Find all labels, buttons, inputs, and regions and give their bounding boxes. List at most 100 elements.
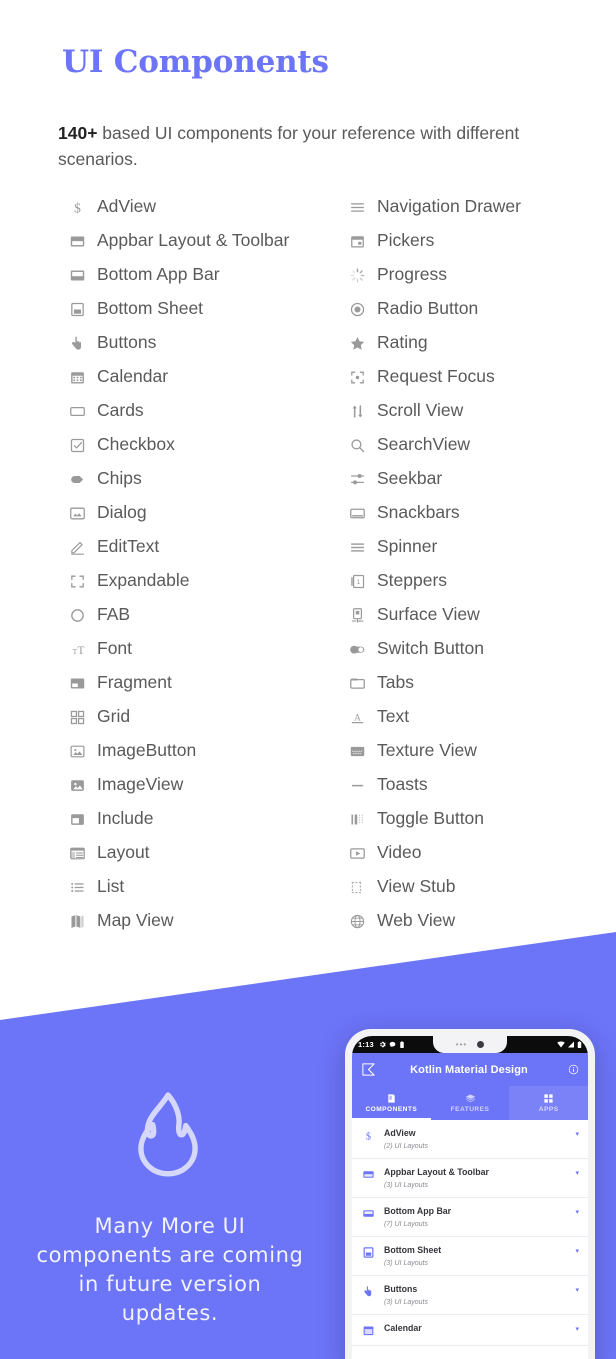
menu-lines-icon	[346, 538, 368, 556]
component-list-item[interactable]: List	[66, 870, 346, 904]
component-list-item[interactable]: A Text	[346, 700, 616, 734]
component-list-item[interactable]: Bottom Sheet	[66, 292, 346, 326]
phone-list-row[interactable]: Bottom App Bar (7) UI Layouts ▾	[352, 1198, 588, 1237]
component-list-item-label: Dialog	[97, 502, 147, 523]
phone-list-row[interactable]: $ AdView (2) UI Layouts ▾	[352, 1120, 588, 1159]
component-list-item[interactable]: Scroll View	[346, 394, 616, 428]
component-list-item-label: Tabs	[377, 672, 414, 693]
component-list-item-label: Buttons	[97, 332, 157, 353]
phone-list-row[interactable]: Bottom Sheet (3) UI Layouts ▾	[352, 1237, 588, 1276]
component-list-item[interactable]: Cards	[66, 394, 346, 428]
component-list-item[interactable]: Pickers	[346, 224, 616, 258]
phone-list-row[interactable]: Buttons (3) UI Layouts ▾	[352, 1276, 588, 1315]
sliders-icon	[346, 470, 368, 488]
bottom-sheet-icon	[66, 300, 88, 318]
component-list-item-label: Surface View	[377, 604, 480, 625]
phone-notch: •••	[433, 1036, 507, 1053]
component-list-item-label: Map View	[97, 910, 174, 931]
component-list-item[interactable]: Navigation Drawer	[346, 190, 616, 224]
component-list-item[interactable]: Toggle Button	[346, 802, 616, 836]
phone-row-text: Bottom Sheet (3) UI Layouts	[384, 1244, 575, 1268]
component-list-item[interactable]: Seekbar	[346, 462, 616, 496]
component-list-item[interactable]: Video	[346, 836, 616, 870]
svg-text:A: A	[354, 712, 361, 722]
appbar-icon	[66, 232, 88, 250]
component-list-item[interactable]: $ AdView	[66, 190, 346, 224]
promo-line-4: updates.	[121, 1301, 219, 1325]
component-list-item[interactable]: Snackbars	[346, 496, 616, 530]
tab-features[interactable]: FEATURES	[431, 1086, 510, 1120]
component-list-item-label: Pickers	[377, 230, 435, 251]
image-icon	[66, 776, 88, 794]
switch-icon	[346, 640, 368, 658]
component-list-item-label: Spinner	[377, 536, 438, 557]
chevron-down-icon[interactable]: ▾	[575, 1130, 579, 1138]
component-list-item[interactable]: Radio Button	[346, 292, 616, 326]
snackbar-icon	[346, 504, 368, 522]
component-list-item[interactable]: Tabs	[346, 666, 616, 700]
include-icon	[66, 810, 88, 828]
component-list-item[interactable]: FAB	[66, 598, 346, 632]
phone-row-text: Buttons (3) UI Layouts	[384, 1283, 575, 1307]
component-list-item[interactable]: Progress	[346, 258, 616, 292]
phone-row-text: Appbar Layout & Toolbar (3) UI Layouts	[384, 1166, 575, 1190]
chevron-down-icon[interactable]: ▾	[575, 1208, 579, 1216]
phone-row-text: Calendar	[384, 1322, 575, 1334]
component-list-item-label: Expandable	[97, 570, 190, 591]
phone-status-bar: 1:13 •••	[352, 1036, 588, 1053]
toggle-icon	[346, 810, 368, 828]
phone-appbar-title: Kotlin Material Design	[410, 1063, 528, 1076]
phone-list-row[interactable]: Appbar Layout & Toolbar (3) UI Layouts ▾	[352, 1159, 588, 1198]
component-list-item[interactable]: Map View	[66, 904, 346, 938]
component-list-item[interactable]: Texture View	[346, 734, 616, 768]
component-list-item[interactable]: Fragment	[66, 666, 346, 700]
component-list-item[interactable]: Toasts	[346, 768, 616, 802]
component-list-item-label: Text	[377, 706, 410, 727]
chevron-down-icon[interactable]: ▾	[575, 1169, 579, 1177]
font-size-icon: TT	[66, 640, 88, 658]
component-list-item[interactable]: Appbar Layout & Toolbar	[66, 224, 346, 258]
wifi-icon	[557, 1041, 565, 1048]
component-list-item[interactable]: Grid	[66, 700, 346, 734]
component-list-item[interactable]: EditText	[66, 530, 346, 564]
component-list-item[interactable]: Switch Button	[346, 632, 616, 666]
chevron-down-icon[interactable]: ▾	[575, 1286, 579, 1294]
component-list-item[interactable]: Buttons	[66, 326, 346, 360]
component-list-item[interactable]: Web View	[346, 904, 616, 938]
component-list-item-label: Web View	[377, 910, 456, 931]
component-list-item[interactable]: Expandable	[66, 564, 346, 598]
phone-list-row[interactable]: Calendar ▾	[352, 1315, 588, 1346]
component-list-item[interactable]: Chips	[66, 462, 346, 496]
chevron-down-icon[interactable]: ▾	[575, 1325, 579, 1333]
component-list-item[interactable]: Spinner	[346, 530, 616, 564]
component-list-item[interactable]: ImageButton	[66, 734, 346, 768]
touch-icon	[66, 334, 88, 352]
bottom-sheet-icon	[361, 1245, 376, 1260]
component-list-item[interactable]: Request Focus	[346, 360, 616, 394]
component-list-item-label: Progress	[377, 264, 448, 285]
component-list-item-label: Fragment	[97, 672, 172, 693]
chevron-down-icon[interactable]: ▾	[575, 1247, 579, 1255]
component-list-item[interactable]: Calendar	[66, 360, 346, 394]
component-list-item[interactable]: 1 Steppers	[346, 564, 616, 598]
component-list-item[interactable]: View Stub	[346, 870, 616, 904]
component-list-item[interactable]: Surface View	[346, 598, 616, 632]
phone-row-text: AdView (2) UI Layouts	[384, 1127, 575, 1151]
component-list-item[interactable]: Checkbox	[66, 428, 346, 462]
video-icon	[346, 844, 368, 862]
dollar-icon: $	[361, 1128, 376, 1143]
component-list-item[interactable]: T T Font	[66, 632, 346, 666]
tab-apps[interactable]: APPS	[509, 1086, 588, 1120]
tab-components[interactable]: COMPONENTS	[352, 1086, 431, 1120]
info-icon[interactable]	[568, 1064, 579, 1075]
tabs-icon	[346, 674, 368, 692]
component-list-item-label: ImageView	[97, 774, 184, 795]
component-list-item[interactable]: SearchView	[346, 428, 616, 462]
component-list-item[interactable]: Layout	[66, 836, 346, 870]
component-list-item[interactable]: Dialog	[66, 496, 346, 530]
hamburger-icon	[346, 198, 368, 216]
component-list-item[interactable]: ImageView	[66, 768, 346, 802]
component-list-item[interactable]: Rating	[346, 326, 616, 360]
component-list-item[interactable]: Include	[66, 802, 346, 836]
component-list-item[interactable]: Bottom App Bar	[66, 258, 346, 292]
